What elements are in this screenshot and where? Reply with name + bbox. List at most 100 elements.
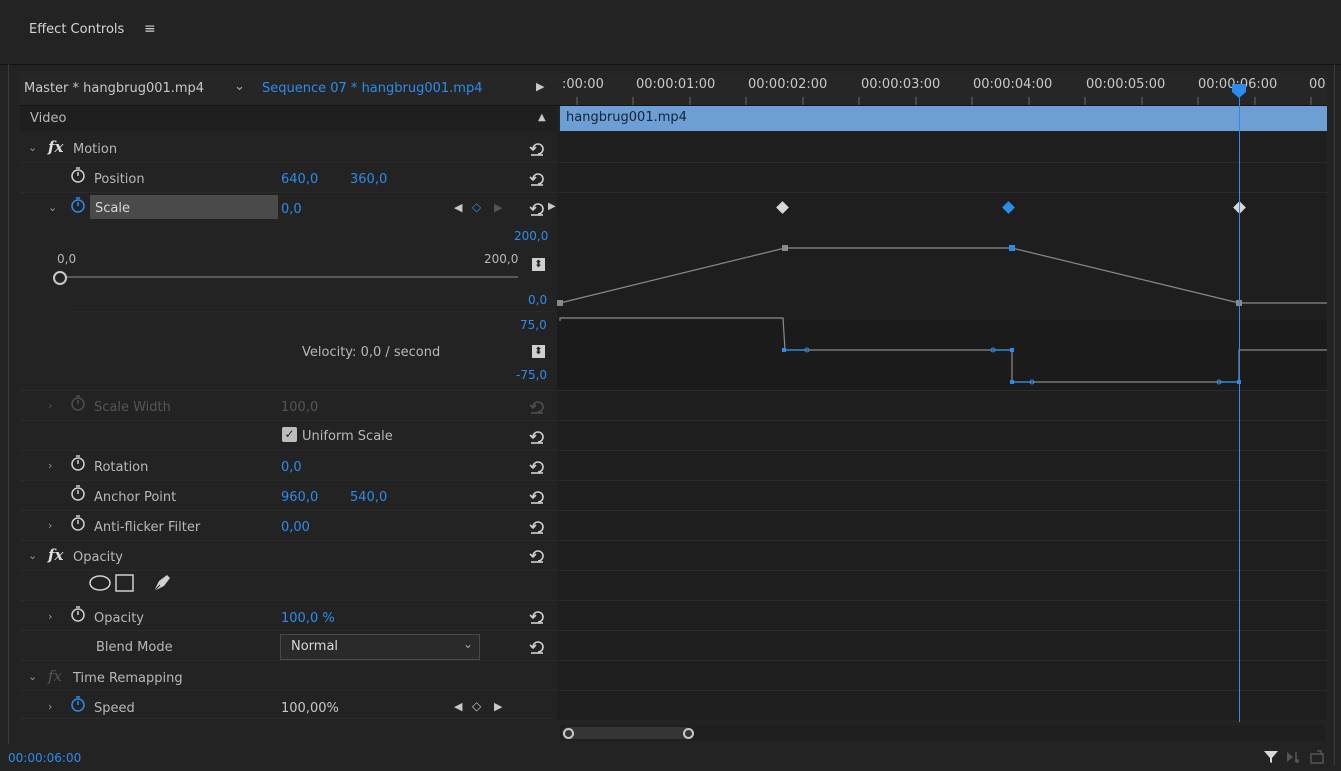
stopwatch-icon[interactable] [70,483,86,501]
expand-graph-icon[interactable]: ▶ [548,201,556,212]
reset-icon[interactable] [529,547,545,563]
chevron-down-icon[interactable]: ⌄ [234,79,245,94]
velocity-point [782,348,786,352]
scale-label: Scale [95,201,130,216]
scale-width-value: 100,0 [281,400,319,415]
velocity-graph-band [557,320,1327,390]
add-keyframe-icon[interactable]: ◇ [472,699,481,713]
uniform-scale-checkbox[interactable]: ✓ [282,427,297,442]
time-remap-collapse-chevron[interactable]: ⌄ [28,670,37,683]
reset-icon[interactable] [529,200,545,216]
video-section-row [20,106,557,131]
graph-min-label: 0,0 [528,293,548,307]
play-triangle-icon[interactable]: ▶ [536,80,544,93]
keyframe-diamond-selected [1002,201,1015,214]
velocity-point [1010,380,1014,384]
rotation-label: Rotation [94,460,149,475]
chevron-down-icon: ⌄ [463,637,474,651]
fx-icon[interactable]: fx [48,546,63,564]
speed-expand-chevron[interactable]: › [48,700,52,713]
filter-icon[interactable] [1263,749,1279,765]
ruler-label-7: 00 [1309,77,1326,92]
scale-value[interactable]: 0,0 [281,202,302,217]
opacity-value[interactable]: 100,0 % [281,611,335,626]
current-timecode[interactable]: 00:00:06:00 [8,751,81,765]
panel-header: Effect Controls ≡ [0,0,1341,65]
prev-keyframe-icon[interactable]: ◀ [454,201,462,214]
stopwatch-icon[interactable] [70,604,86,622]
position-y-value[interactable]: 360,0 [350,172,387,187]
ruler-label-4: 00:00:04:00 [973,77,1053,92]
next-keyframe-icon[interactable]: ▶ [494,700,502,713]
anchor-x-value[interactable]: 960,0 [281,490,318,505]
scale-slider-handle[interactable] [53,271,67,285]
value-stepper-icon[interactable]: ⬍ [532,258,545,271]
ruler-label-2: 00:00:02:00 [748,77,828,92]
opacity-expand-chevron[interactable]: › [48,610,52,623]
scale-collapse-chevron[interactable]: ⌄ [48,201,57,214]
export-icon[interactable] [1309,749,1327,765]
scale-width-expand-chevron[interactable]: › [48,399,52,412]
prev-keyframe-icon[interactable]: ◀ [454,700,462,713]
play-audio-icon[interactable] [1286,750,1304,764]
scale-slider-track[interactable] [60,276,518,278]
hamburger-icon[interactable]: ≡ [144,21,156,37]
reset-icon[interactable] [529,608,545,624]
opacity-collapse-chevron[interactable]: ⌄ [28,549,37,562]
time-remapping-label: Time Remapping [73,671,183,686]
sequence-clip-label[interactable]: Sequence 07 * hangbrug001.mp4 [262,81,482,96]
velocity-max-label: 75,0 [520,318,547,332]
ruler-label-0: :00:00 [562,77,604,92]
uniform-scale-label[interactable]: Uniform Scale [302,429,393,444]
graph-point [557,300,563,306]
reset-icon[interactable] [529,638,545,654]
ellipse-mask-icon[interactable] [88,574,112,592]
master-clip-label[interactable]: Master * hangbrug001.mp4 [24,81,204,96]
add-keyframe-icon[interactable]: ◇ [472,200,481,214]
effect-controls-panel: Effect Controls ≡ Master * hangbrug001.m… [0,0,1341,771]
stopwatch-active-icon[interactable] [70,195,86,213]
reset-icon[interactable] [529,428,545,444]
position-label: Position [94,172,145,187]
blend-mode-select[interactable]: Normal ⌄ [280,634,480,660]
stopwatch-icon[interactable] [70,513,86,531]
zoom-scrollbar-thumb[interactable] [562,727,692,739]
stopwatch-icon[interactable] [70,453,86,471]
reset-icon[interactable] [529,140,545,156]
anchor-y-value[interactable]: 540,0 [350,490,387,505]
graph-max-label: 200,0 [514,229,549,243]
motion-collapse-chevron[interactable]: ⌄ [28,141,37,154]
position-x-value[interactable]: 640,0 [281,172,318,187]
motion-label: Motion [73,142,118,157]
playhead-marker-icon[interactable] [1230,82,1248,100]
pen-tool-icon[interactable] [150,571,174,593]
reset-icon[interactable] [529,458,545,474]
next-keyframe-icon[interactable]: ▶ [494,201,502,214]
playhead-line[interactable] [1239,92,1240,722]
anti-flicker-expand-chevron[interactable]: › [48,519,52,532]
rotation-value[interactable]: 0,0 [281,460,302,475]
reset-icon[interactable] [529,170,545,186]
velocity-label: Velocity: 0,0 / second [302,345,441,360]
reset-icon[interactable] [529,488,545,504]
reset-icon [529,401,544,414]
fx-icon[interactable]: fx [48,138,63,156]
collapse-up-icon[interactable]: ▲ [538,112,546,123]
anchor-point-label: Anchor Point [94,490,177,505]
anti-flicker-value[interactable]: 0,00 [281,520,310,535]
stopwatch-icon[interactable] [70,165,86,183]
velocity-stepper-icon[interactable]: ⬍ [532,345,545,358]
rectangle-mask-icon[interactable] [114,573,136,593]
zoom-handle-left[interactable] [563,728,574,739]
keyframe-graph[interactable] [557,132,1327,720]
panel-title[interactable]: Effect Controls [29,22,124,37]
reset-icon[interactable] [529,518,545,534]
anti-flicker-label: Anti-flicker Filter [94,520,201,535]
speed-value[interactable]: 100,00% [281,701,339,716]
slider-max-label: 200,0 [484,252,519,266]
zoom-handle-right[interactable] [683,728,694,739]
opacity-param-label: Opacity [94,611,145,626]
graph-point-selected [1009,245,1015,251]
rotation-expand-chevron[interactable]: › [48,459,52,472]
stopwatch-active-icon[interactable] [70,694,86,712]
